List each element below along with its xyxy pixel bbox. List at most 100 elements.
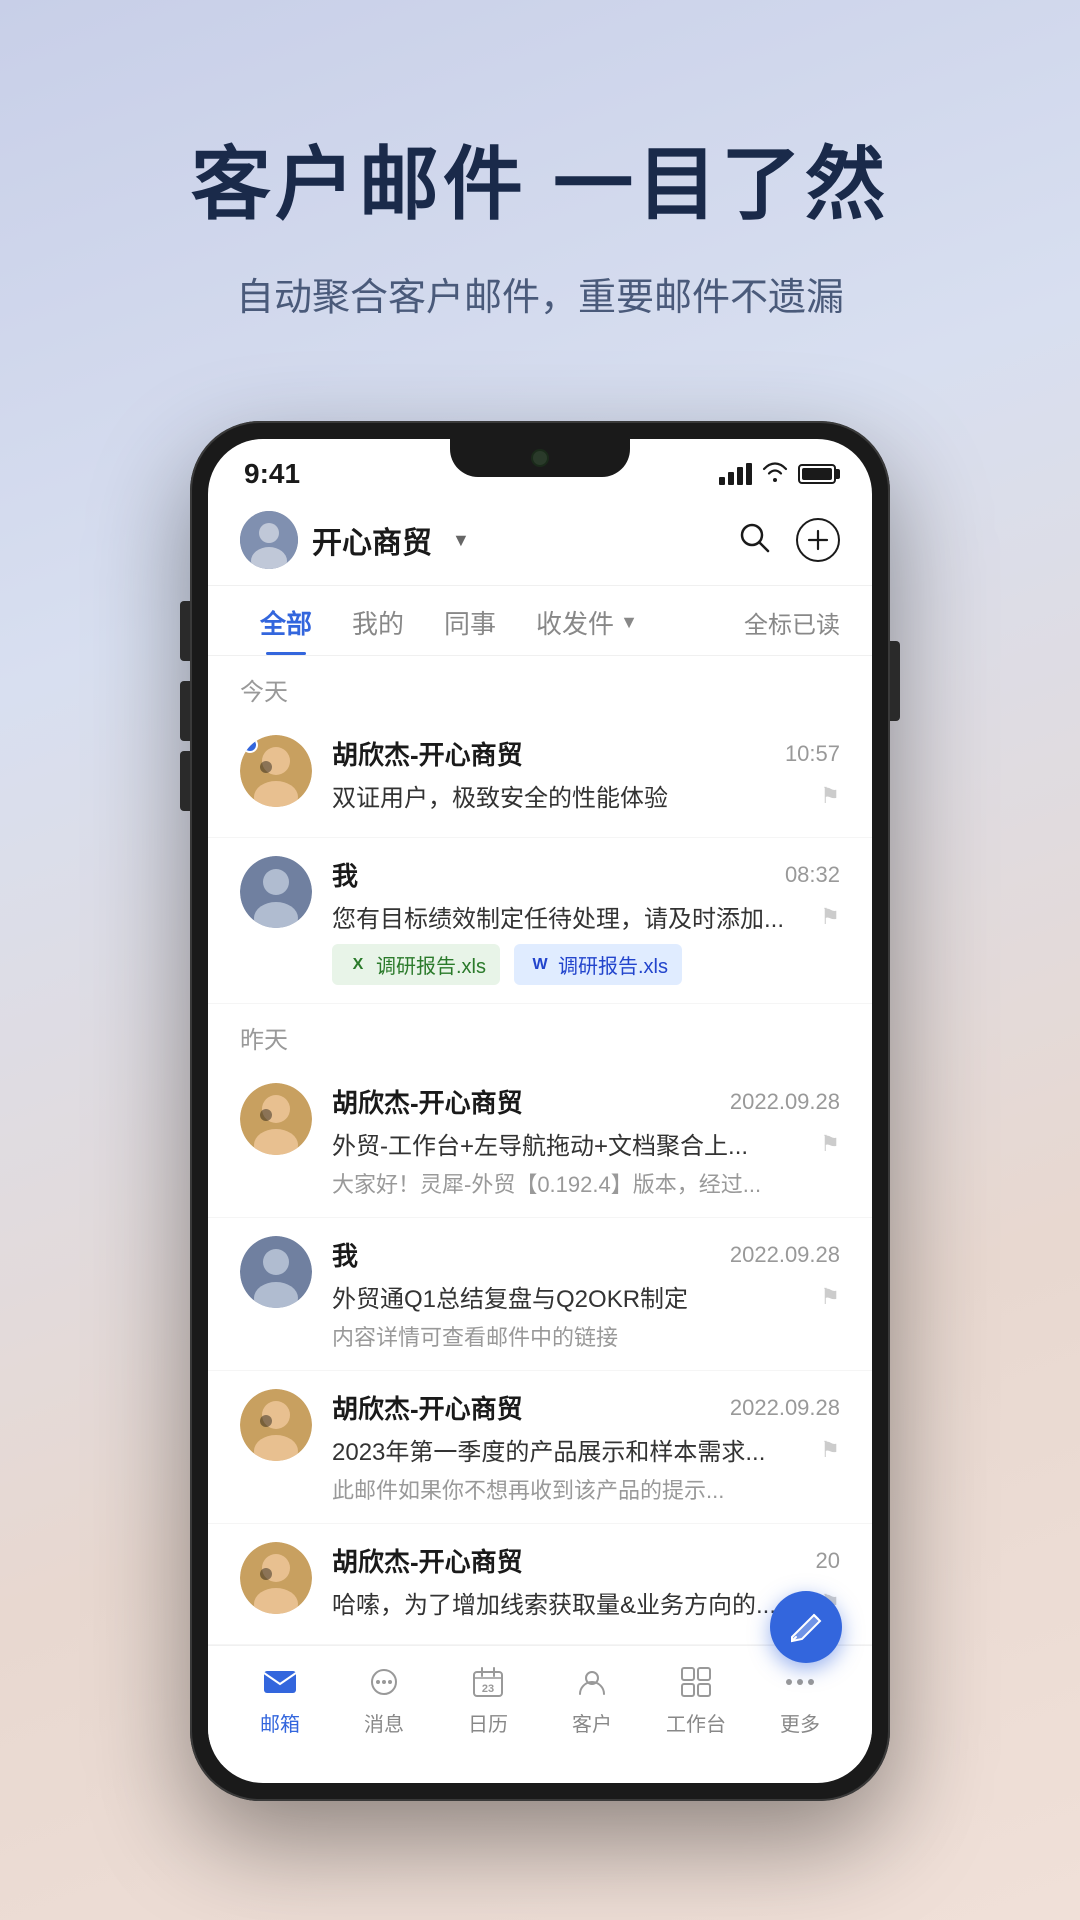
flag-icon[interactable]: ⚑ [820, 783, 840, 809]
nav-calendar[interactable]: 23 日历 [448, 1662, 528, 1737]
email-subject: 哈嗦，为了增加线索获取量&业务方向的... ⚑ [332, 1585, 840, 1620]
avatar [240, 1542, 312, 1614]
calendar-icon: 23 [468, 1662, 508, 1702]
company-avatar[interactable] [240, 511, 298, 569]
email-content: 胡欣杰-开心商贸 20 哈嗦，为了增加线索获取量&业务方向的... ⚑ [332, 1542, 840, 1626]
email-sender: 我 [332, 856, 358, 893]
nav-customer[interactable]: 客户 [552, 1662, 632, 1737]
flag-icon[interactable]: ⚑ [820, 1131, 840, 1157]
email-top: 胡欣杰-开心商贸 10:57 [332, 735, 840, 772]
email-sender: 胡欣杰-开心商贸 [332, 1542, 523, 1579]
nav-workbench[interactable]: 工作台 [656, 1662, 736, 1737]
email-preview: 此邮件如果你不想再收到该产品的提示... [332, 1473, 840, 1505]
hero-subtitle: 自动聚合客户邮件，重要邮件不遗漏 [80, 266, 1000, 321]
email-subject: 外贸-工作台+左导航拖动+文档聚合上... ⚑ [332, 1126, 840, 1161]
email-sender: 胡欣杰-开心商贸 [332, 735, 523, 772]
email-subject: 外贸通Q1总结复盘与Q2OKR制定 ⚑ [332, 1279, 840, 1314]
nav-calendar-label: 日历 [468, 1708, 508, 1737]
add-icon[interactable] [796, 518, 840, 562]
email-time: 2022.09.28 [730, 1089, 840, 1115]
tab-bar: 全部 我的 同事 收发件 ▼ 全标已读 [208, 586, 872, 656]
docx-icon: W [528, 953, 552, 977]
tab-all[interactable]: 全部 [240, 586, 332, 655]
email-sender: 我 [332, 1236, 358, 1273]
search-icon[interactable] [736, 519, 772, 562]
mail-icon [260, 1662, 300, 1702]
email-list: 今天 胡欣杰-开心商贸 [208, 656, 872, 1645]
battery-icon [798, 464, 836, 484]
avatar [240, 856, 312, 928]
nav-mail-label: 邮箱 [260, 1708, 300, 1737]
signal-icon [719, 463, 752, 485]
email-top: 我 08:32 [332, 856, 840, 893]
xlsx-icon: X [346, 953, 370, 977]
status-icons [719, 460, 836, 488]
tab-colleague[interactable]: 同事 [424, 586, 516, 655]
email-item[interactable]: 我 08:32 您有目标绩效制定任待处理，请及时添加... ⚑ X 调研报告.x… [208, 838, 872, 1004]
email-top: 胡欣杰-开心商贸 2022.09.28 [332, 1083, 840, 1120]
email-top: 胡欣杰-开心商贸 2022.09.28 [332, 1389, 840, 1426]
email-sender: 胡欣杰-开心商贸 [332, 1389, 523, 1426]
email-sender: 胡欣杰-开心商贸 [332, 1083, 523, 1120]
dropdown-arrow-icon[interactable]: ▼ [452, 530, 470, 551]
email-content: 胡欣杰-开心商贸 2022.09.28 2023年第一季度的产品展示和样本需求.… [332, 1389, 840, 1505]
inbox-dropdown-icon: ▼ [620, 612, 638, 633]
nav-message[interactable]: 消息 [344, 1662, 424, 1737]
tab-inbox[interactable]: 收发件 ▼ [516, 586, 658, 655]
company-name: 开心商贸 [312, 518, 432, 562]
email-item[interactable]: 胡欣杰-开心商贸 2022.09.28 2023年第一季度的产品展示和样本需求.… [208, 1371, 872, 1524]
avatar [240, 735, 312, 807]
status-time: 9:41 [244, 458, 300, 490]
phone-screen: 9:41 [208, 439, 872, 1783]
avatar [240, 1083, 312, 1155]
compose-button[interactable] [770, 1591, 842, 1663]
camera [531, 449, 549, 467]
email-time: 2022.09.28 [730, 1395, 840, 1421]
tab-mine[interactable]: 我的 [332, 586, 424, 655]
email-top: 我 2022.09.28 [332, 1236, 840, 1273]
phone-mockup: 9:41 [190, 421, 890, 1801]
nav-workbench-label: 工作台 [666, 1708, 726, 1737]
workbench-icon [676, 1662, 716, 1702]
email-content: 我 08:32 您有目标绩效制定任待处理，请及时添加... ⚑ X 调研报告.x… [332, 856, 840, 985]
avatar [240, 1389, 312, 1461]
email-preview: 大家好！灵犀-外贸【0.192.4】版本，经过... [332, 1167, 840, 1199]
email-subject: 您有目标绩效制定任待处理，请及时添加... ⚑ [332, 899, 840, 934]
email-time: 2022.09.28 [730, 1242, 840, 1268]
email-top: 胡欣杰-开心商贸 20 [332, 1542, 840, 1579]
more-icon [780, 1662, 820, 1702]
mark-all-read-button[interactable]: 全标已读 [744, 587, 840, 654]
wifi-icon [762, 460, 788, 488]
svg-text:23: 23 [482, 1683, 494, 1695]
section-yesterday: 昨天 [208, 1004, 872, 1065]
nav-customer-label: 客户 [572, 1708, 612, 1737]
flag-icon[interactable]: ⚑ [820, 1437, 840, 1463]
unread-indicator [242, 737, 258, 753]
email-time: 08:32 [785, 862, 840, 888]
app-header-right [736, 518, 840, 562]
hero-section: 客户邮件 一目了然 自动聚合客户邮件，重要邮件不遗漏 [0, 0, 1080, 381]
phone-outer: 9:41 [190, 421, 890, 1801]
email-item[interactable]: 我 2022.09.28 外贸通Q1总结复盘与Q2OKR制定 ⚑ 内容详情可查看… [208, 1218, 872, 1371]
avatar [240, 1236, 312, 1308]
nav-more[interactable]: 更多 [760, 1662, 840, 1737]
flag-icon[interactable]: ⚑ [820, 1284, 840, 1310]
email-content: 胡欣杰-开心商贸 10:57 双证用户，极致安全的性能体验 ⚑ [332, 735, 840, 819]
email-content: 胡欣杰-开心商贸 2022.09.28 外贸-工作台+左导航拖动+文档聚合上..… [332, 1083, 840, 1199]
email-item[interactable]: 胡欣杰-开心商贸 10:57 双证用户，极致安全的性能体验 ⚑ [208, 717, 872, 838]
app-header: 开心商贸 ▼ [208, 495, 872, 586]
email-attachments: X 调研报告.xls W 调研报告.xls [332, 944, 840, 985]
nav-mail[interactable]: 邮箱 [240, 1662, 320, 1737]
bottom-nav: 邮箱 消息 [208, 1645, 872, 1765]
flag-icon[interactable]: ⚑ [820, 904, 840, 930]
attachment-xlsx[interactable]: X 调研报告.xls [332, 944, 500, 985]
attachment-docx[interactable]: W 调研报告.xls [514, 944, 682, 985]
email-time: 20 [816, 1548, 840, 1574]
app-header-left[interactable]: 开心商贸 ▼ [240, 511, 470, 569]
email-item[interactable]: 胡欣杰-开心商贸 2022.09.28 外贸-工作台+左导航拖动+文档聚合上..… [208, 1065, 872, 1218]
email-subject: 双证用户，极致安全的性能体验 ⚑ [332, 778, 840, 813]
email-time: 10:57 [785, 741, 840, 767]
hero-title: 客户邮件 一目了然 [80, 120, 1000, 236]
notch [450, 439, 630, 477]
customer-icon [572, 1662, 612, 1702]
